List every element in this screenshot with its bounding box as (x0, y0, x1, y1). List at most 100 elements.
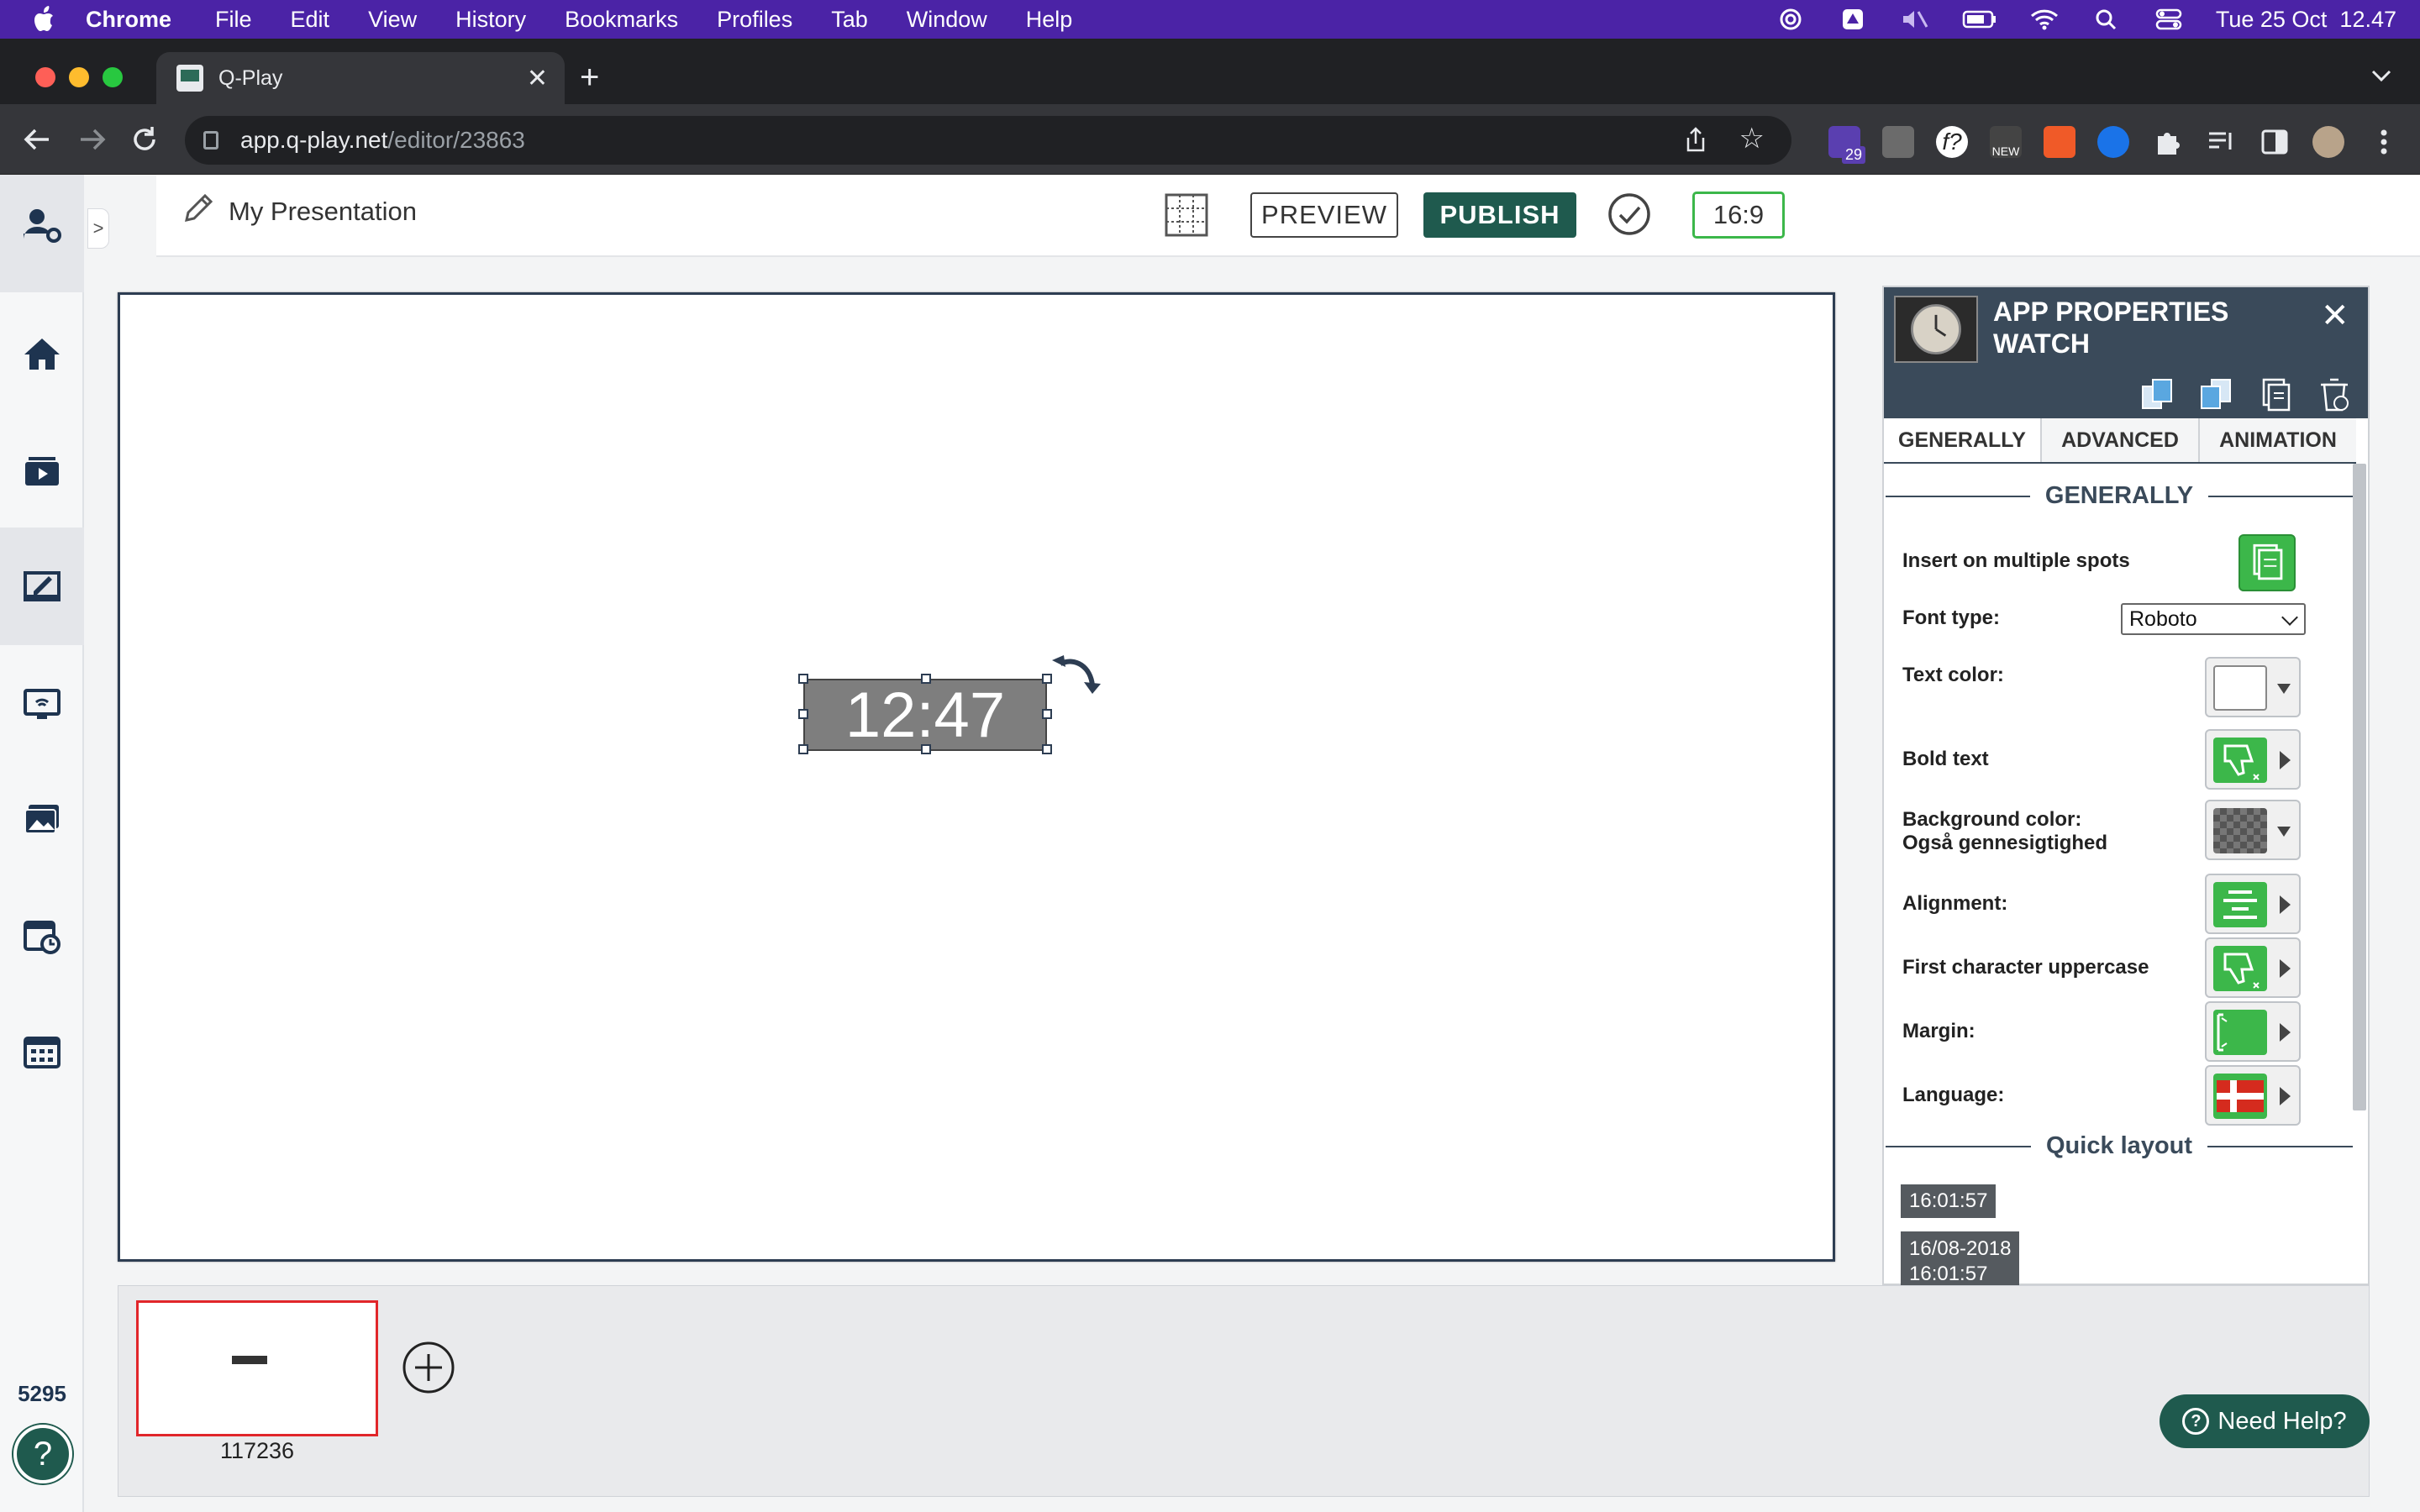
side-panel-icon[interactable] (2259, 126, 2291, 158)
language-button[interactable] (2205, 1065, 2301, 1126)
resize-handle-left[interactable] (798, 709, 808, 719)
back-arrow-icon[interactable] (22, 124, 52, 155)
creative-cloud-icon[interactable] (1776, 8, 1806, 30)
preview-button[interactable]: PREVIEW (1250, 192, 1398, 238)
label-insert-multiple: Insert on multiple spots (1902, 549, 2130, 572)
tab-search-chevron-icon[interactable] (2370, 67, 2393, 84)
chrome-menu-kebab-icon[interactable] (2368, 126, 2400, 158)
help-question-icon: ? (2182, 1408, 2210, 1435)
user-settings-icon[interactable] (22, 205, 62, 245)
quick-layout-date-time[interactable]: 16/08-2018 16:01:57 (1901, 1231, 2020, 1285)
duplicate-icon[interactable] (2257, 376, 2294, 413)
tab-advanced[interactable]: ADVANCED (2042, 418, 2200, 462)
drive-icon[interactable] (1838, 8, 1868, 30)
lock-icon[interactable] (203, 131, 218, 150)
share-icon[interactable] (1684, 126, 1707, 153)
quick-layout-time[interactable]: 16:01:57 (1901, 1184, 1996, 1218)
slide-thumbnail[interactable] (136, 1300, 378, 1436)
menu-profiles[interactable]: Profiles (717, 7, 792, 33)
text-color-picker[interactable] (2205, 657, 2301, 717)
tab-close-icon[interactable]: ✕ (527, 64, 548, 93)
grid-toggle-icon[interactable] (1165, 193, 1208, 237)
menu-edit[interactable]: Edit (291, 7, 330, 33)
window-zoom-button[interactable] (103, 67, 123, 87)
rotate-handle-icon[interactable] (1050, 648, 1106, 704)
menu-file[interactable]: File (215, 7, 252, 33)
menu-app-name[interactable]: Chrome (86, 7, 171, 33)
need-help-button[interactable]: ? Need Help? (2160, 1394, 2370, 1448)
delete-icon[interactable] (2316, 376, 2353, 413)
schedule-clock-icon[interactable] (22, 916, 62, 956)
chevron-down-icon (2281, 609, 2298, 626)
publish-button[interactable]: PUBLISH (1423, 192, 1576, 238)
slide-canvas[interactable] (118, 292, 1835, 1262)
extension-formula-icon[interactable]: f? (1936, 126, 1968, 158)
edit-title-pencil-icon[interactable] (182, 192, 215, 225)
insert-multiple-spots-icon[interactable] (2238, 534, 2296, 591)
wifi-icon[interactable] (2029, 8, 2060, 30)
panel-scrollbar[interactable] (2353, 464, 2366, 1110)
check-status-icon[interactable] (1607, 192, 1652, 237)
profile-avatar[interactable] (2312, 126, 2344, 158)
first-uppercase-toggle[interactable] (2205, 937, 2301, 998)
window-close-button[interactable] (35, 67, 55, 87)
resize-handle-bottom[interactable] (921, 744, 931, 754)
apple-icon[interactable] (32, 5, 57, 34)
background-color-picker[interactable] (2205, 800, 2301, 860)
watch-widget[interactable]: 12:47 (803, 679, 1047, 751)
menu-help[interactable]: Help (1026, 7, 1073, 33)
thumbs-down-icon (2213, 738, 2267, 783)
aspect-ratio-button[interactable]: 16:9 (1692, 192, 1785, 239)
battery-icon[interactable] (1962, 8, 1997, 30)
spotlight-search-icon[interactable] (2091, 8, 2122, 30)
extension-pen-icon[interactable] (1882, 126, 1914, 158)
menu-bookmarks[interactable]: Bookmarks (565, 7, 678, 33)
reload-icon[interactable] (129, 124, 160, 155)
screens-icon[interactable] (22, 684, 62, 724)
new-tab-button[interactable]: + (580, 60, 599, 94)
presentations-icon[interactable] (22, 450, 62, 491)
menu-window[interactable]: Window (907, 7, 987, 33)
font-type-select[interactable]: Roboto (2121, 603, 2306, 635)
menu-history[interactable]: History (455, 7, 526, 33)
home-icon[interactable] (22, 334, 62, 375)
help-question-icon[interactable]: ? (13, 1425, 72, 1483)
forward-arrow-icon[interactable] (77, 124, 108, 155)
resize-handle-bottom-left[interactable] (798, 744, 808, 754)
bold-text-toggle[interactable] (2205, 729, 2301, 790)
mute-icon[interactable] (1900, 8, 1930, 30)
editor-icon[interactable] (22, 566, 62, 606)
copy-to-front-icon[interactable] (2139, 376, 2176, 413)
add-slide-plus-icon[interactable] (402, 1341, 455, 1394)
resize-handle-top-left[interactable] (798, 674, 808, 684)
menubar-clock[interactable]: Tue 25 Oct 12.47 (2216, 7, 2396, 33)
calendar-icon[interactable] (22, 1032, 62, 1072)
account-counter: 5295 (18, 1381, 66, 1406)
media-gallery-icon[interactable] (22, 800, 62, 840)
dropdown-arrow-icon (2277, 827, 2291, 837)
margin-button[interactable] (2205, 1001, 2301, 1062)
resize-handle-bottom-right[interactable] (1042, 744, 1052, 754)
tab-animation[interactable]: ANIMATION (2200, 418, 2356, 462)
address-bar[interactable]: app.q-play.net/editor/23863 ☆ (185, 116, 1791, 165)
window-minimize-button[interactable] (69, 67, 89, 87)
presentation-title[interactable]: My Presentation (229, 197, 417, 227)
panel-close-icon[interactable]: ✕ (2321, 299, 2349, 333)
section-quick-layout-heading: Quick layout (1886, 1132, 2353, 1160)
reading-list-icon[interactable] (2205, 126, 2237, 158)
extension-new-icon[interactable]: NEW (1990, 126, 2022, 158)
resize-handle-right[interactable] (1042, 709, 1052, 719)
extensions-puzzle-icon[interactable] (2151, 126, 2183, 158)
extension-bolt-icon[interactable] (2044, 126, 2075, 158)
copy-to-back-icon[interactable] (2198, 376, 2235, 413)
resize-handle-top[interactable] (921, 674, 931, 684)
tab-generally[interactable]: GENERALLY (1884, 418, 2042, 462)
menu-tab[interactable]: Tab (831, 7, 868, 33)
menu-view[interactable]: View (368, 7, 417, 33)
alignment-button[interactable] (2205, 874, 2301, 934)
extension-circle-icon[interactable] (2097, 126, 2129, 158)
control-center-icon[interactable] (2154, 8, 2184, 30)
bookmark-star-icon[interactable]: ☆ (1739, 124, 1765, 153)
sidebar-expand-toggle[interactable]: > (87, 208, 109, 249)
browser-tab-qplay[interactable]: Q-Play ✕ (156, 52, 565, 104)
